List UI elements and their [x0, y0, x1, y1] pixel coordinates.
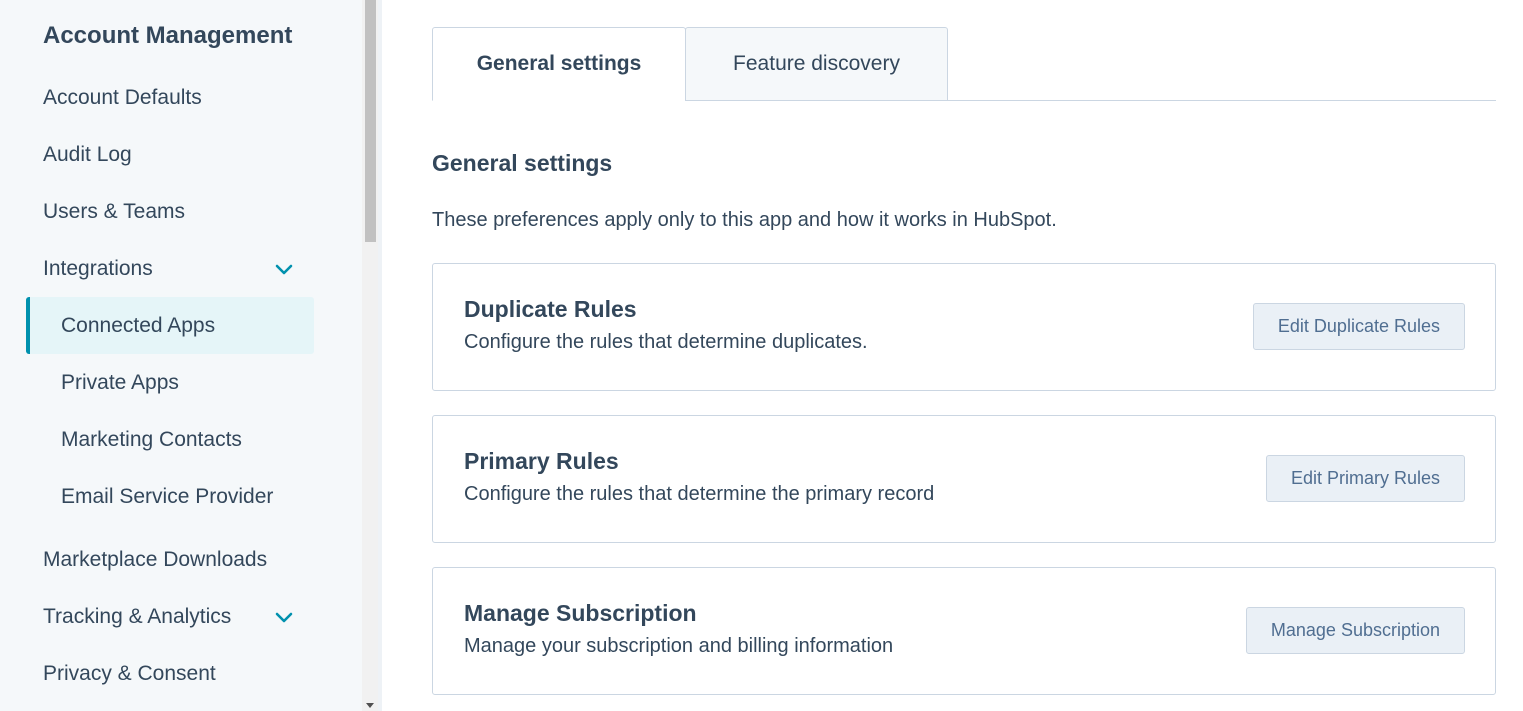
sidebar-item-label: Email Service Provider [61, 485, 274, 508]
sidebar-item-label: Marketing Contacts [61, 428, 242, 451]
card-description: Manage your subscription and billing inf… [464, 635, 894, 657]
card-primary-rules: Primary Rules Configure the rules that d… [432, 415, 1496, 543]
card-description: Configure the rules that determine the p… [464, 483, 935, 505]
sidebar-item-tracking-analytics[interactable]: Tracking & Analytics [0, 594, 340, 640]
sidebar-item-label: Integrations [43, 257, 153, 280]
sidebar-item-label: Privacy & Consent [43, 662, 216, 685]
scroll-down-arrow-icon[interactable] [366, 703, 374, 708]
tab-bar: General settings Feature discovery [432, 27, 1496, 101]
page-title: General settings [432, 150, 613, 176]
sidebar-item-account-defaults[interactable]: Account Defaults [0, 75, 340, 121]
card-description: Configure the rules that determine dupli… [464, 331, 868, 353]
sidebar-item-label: Marketplace Downloads [43, 548, 268, 571]
sidebar-item-label: Connected Apps [61, 313, 216, 337]
edit-duplicate-rules-button[interactable]: Edit Duplicate Rules [1252, 303, 1465, 350]
sidebar-item-label: Account Defaults [43, 86, 202, 109]
sidebar-item-integrations[interactable]: Integrations [0, 246, 340, 292]
scrollbar-thumb[interactable] [365, 0, 376, 242]
sidebar-item-private-apps[interactable]: Private Apps [0, 360, 340, 406]
sidebar-item-email-service-provider[interactable]: Email Service Provider [0, 474, 340, 520]
sidebar-item-privacy-consent[interactable]: Privacy & Consent [0, 651, 340, 697]
sidebar-heading: Account Management [43, 22, 293, 49]
card-title: Manage Subscription [464, 600, 697, 626]
sidebar-item-marketplace-downloads[interactable]: Marketplace Downloads [0, 537, 340, 583]
sidebar-item-label: Audit Log [43, 143, 132, 166]
divider [378, 0, 382, 711]
sidebar-item-audit-log[interactable]: Audit Log [0, 132, 340, 178]
sidebar-item-label: Private Apps [61, 371, 179, 394]
chevron-down-icon[interactable] [272, 257, 296, 281]
card-manage-subscription: Manage Subscription Manage your subscrip… [432, 567, 1496, 695]
sidebar-item-connected-apps[interactable]: Connected Apps [26, 297, 314, 354]
page-description: These preferences apply only to this app… [432, 209, 1057, 231]
sidebar-item-label: Users & Teams [43, 200, 185, 223]
sidebar-item-users-teams[interactable]: Users & Teams [0, 189, 340, 235]
card-duplicate-rules: Duplicate Rules Configure the rules that… [432, 263, 1496, 391]
edit-primary-rules-button[interactable]: Edit Primary Rules [1265, 455, 1465, 502]
tab-feature-discovery[interactable]: Feature discovery [685, 27, 948, 101]
manage-subscription-button[interactable]: Manage Subscription [1245, 607, 1465, 654]
card-title: Duplicate Rules [464, 296, 637, 322]
chevron-down-icon[interactable] [272, 605, 296, 629]
card-title: Primary Rules [464, 448, 619, 474]
sidebar-item-marketing-contacts[interactable]: Marketing Contacts [0, 417, 340, 463]
sidebar: Account Management Account Defaults Audi… [0, 0, 362, 711]
sidebar-item-label: Tracking & Analytics [43, 605, 232, 628]
tab-general-settings[interactable]: General settings [432, 27, 686, 101]
